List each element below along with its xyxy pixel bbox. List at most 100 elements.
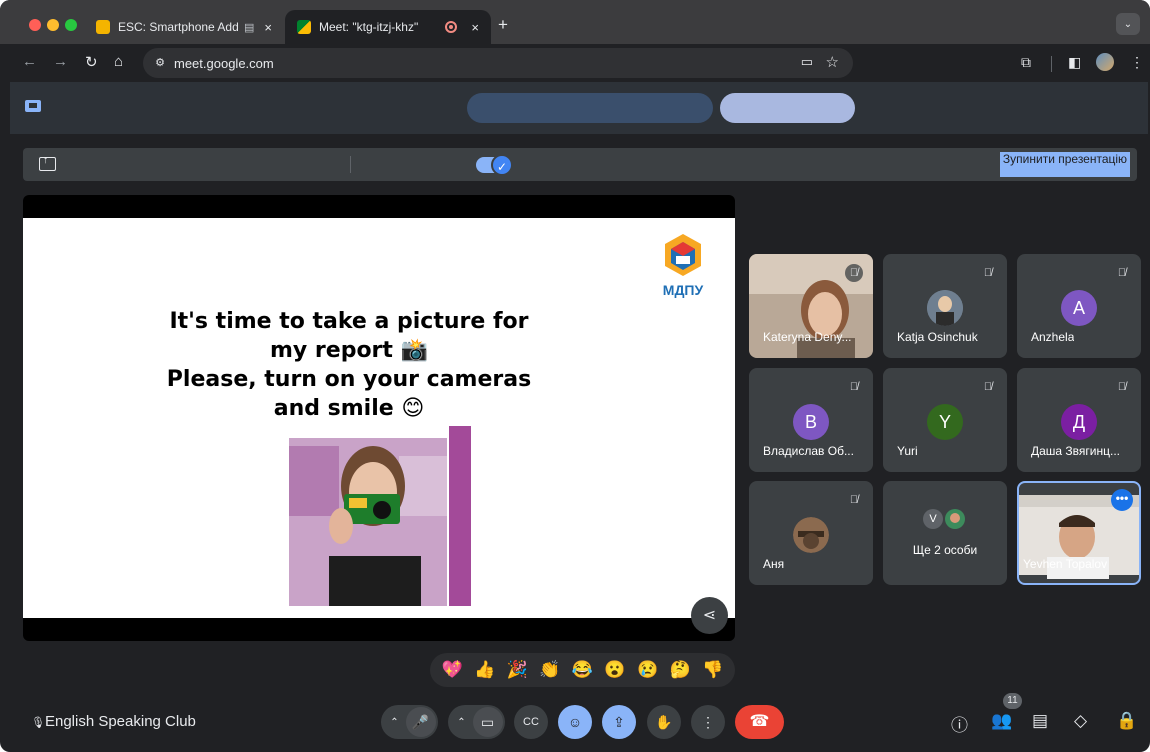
participant-tile[interactable]: 🎙̸ Y Yuri: [883, 368, 1007, 472]
participant-avatar: Y: [927, 404, 963, 440]
camera-icon[interactable]: ▭: [472, 707, 503, 737]
meet-favicon-icon: [297, 20, 311, 34]
reload-icon[interactable]: ↻: [85, 53, 98, 71]
camera-in-use-icon[interactable]: ▭: [801, 54, 813, 70]
new-tab-button[interactable]: +: [498, 15, 508, 35]
present-icon: [39, 155, 56, 171]
university-logo: МДПУ: [643, 232, 723, 312]
mic-off-icon: 🎙̸: [845, 264, 863, 282]
tab-close-button[interactable]: ×: [471, 20, 479, 35]
browser-toolbar: ← → ↻ ⌂ ⚙ meet.google.com ▭ ☆ ⧉ ◧ ⋮: [0, 44, 1150, 82]
mic-control[interactable]: ⌃ 🎤: [381, 705, 438, 739]
tab-search-button[interactable]: ⌄: [1116, 13, 1140, 35]
chat-icon[interactable]: ▤: [1032, 711, 1048, 731]
tab-close-button[interactable]: ×: [264, 20, 272, 35]
others-tile[interactable]: V Ще 2 особи: [883, 481, 1007, 585]
raise-hand-button[interactable]: ✋: [647, 705, 681, 739]
audio-share-toggle[interactable]: ✓: [476, 154, 513, 176]
mic-off-icon: 🎙̸: [1117, 267, 1127, 279]
participant-tile[interactable]: 🎙̸ Аня: [749, 481, 873, 585]
recording-icon: [445, 21, 457, 33]
check-icon: ✓: [491, 154, 513, 176]
window-close-button[interactable]: [29, 19, 41, 31]
share-icon[interactable]: ⋖: [691, 597, 728, 634]
meeting-title: 🎙English Speaking Club: [31, 713, 196, 730]
chevron-up-icon[interactable]: ⌃: [384, 717, 406, 728]
participant-name: Yuri: [897, 444, 918, 458]
bookmark-star-icon[interactable]: ☆: [826, 53, 839, 71]
participant-tile[interactable]: 🎙̸ Kateryna Deny...: [749, 254, 873, 358]
more-options-button[interactable]: ⋮: [691, 705, 725, 739]
reaction-party[interactable]: 🎉: [504, 660, 530, 680]
stop-presenting-button[interactable]: Зупинити презентацію: [1000, 152, 1130, 177]
tab-slides[interactable]: ESC: Smartphone Addicti ▤ ×: [84, 10, 284, 44]
participant-tile[interactable]: 🎙̸ A Anzhela: [1017, 254, 1141, 358]
window-minimize-button[interactable]: [47, 19, 59, 31]
camera-control[interactable]: ⌃ ▭: [448, 705, 505, 739]
mic-icon[interactable]: 🎤: [405, 707, 436, 737]
slide-line: It's time to take a picture for: [169, 309, 529, 334]
tab-meet[interactable]: Meet: "ktg-itzj-khz" ×: [285, 10, 491, 44]
reaction-thinking[interactable]: 🤔: [667, 660, 693, 680]
address-bar[interactable]: ⚙ meet.google.com ▭ ☆: [143, 48, 853, 78]
participant-avatar: [927, 290, 963, 326]
extensions-icon[interactable]: ⧉: [1021, 54, 1031, 71]
slide: It's time to take a picture for my repor…: [23, 218, 735, 618]
screen-share-icon: [25, 100, 41, 112]
forward-icon[interactable]: →: [53, 53, 68, 70]
sharing-action-pill[interactable]: [720, 93, 855, 123]
participant-avatar: B: [793, 404, 829, 440]
reactions-bar: 💖 👍 🎉 👏 😂 😮 😢 🤔 👎: [430, 653, 735, 687]
slide-text: It's time to take a picture for my repor…: [149, 307, 549, 423]
activities-icon[interactable]: ◇: [1074, 711, 1087, 731]
reaction-thumbs-down[interactable]: 👎: [700, 660, 726, 680]
reaction-laugh[interactable]: 😂: [569, 660, 595, 680]
reaction-surprised[interactable]: 😮: [602, 660, 628, 680]
reaction-clap[interactable]: 👏: [537, 660, 563, 680]
participant-name: Anzhela: [1031, 330, 1075, 344]
participant-avatar: [945, 509, 965, 529]
participant-tile[interactable]: 🎙̸ Katja Osinchuk: [883, 254, 1007, 358]
chevron-up-icon[interactable]: ⌃: [451, 717, 473, 728]
captions-icon: CC: [523, 716, 539, 728]
window-maximize-button[interactable]: [65, 19, 77, 31]
browser-menu-icon[interactable]: ⋮: [1130, 54, 1144, 71]
more-options-icon[interactable]: •••: [1111, 489, 1133, 511]
cast-icon: ▤: [244, 21, 255, 34]
site-info-icon[interactable]: ⚙: [151, 54, 169, 72]
meeting-info-icon[interactable]: ⓘ: [951, 711, 968, 736]
participant-avatar: [793, 517, 829, 553]
toolbar-divider: [1051, 56, 1052, 72]
home-icon[interactable]: ⌂: [114, 53, 123, 70]
participant-name: Kateryna Deny...: [763, 330, 852, 344]
participant-name: Владислав Об...: [763, 444, 854, 458]
slide-line: and smile 😊: [273, 396, 425, 421]
present-button[interactable]: ⇪: [602, 705, 636, 739]
profile-avatar[interactable]: [1096, 53, 1114, 71]
participant-tile-pinned[interactable]: ••• Yevhen Topalov: [1017, 481, 1141, 585]
host-controls-icon[interactable]: 🔒: [1116, 711, 1137, 731]
participant-tile[interactable]: 🎙̸ Д Даша Звягинц...: [1017, 368, 1141, 472]
participant-tile[interactable]: 🎙̸ B Владислав Об...: [749, 368, 873, 472]
back-icon[interactable]: ←: [22, 53, 37, 70]
people-count-badge: 11: [1003, 693, 1022, 709]
end-call-button[interactable]: ☎: [735, 705, 784, 739]
browser-window: ESC: Smartphone Addicti ▤ × Meet: "ktg-i…: [0, 0, 1150, 752]
people-icon[interactable]: 👥: [991, 711, 1012, 731]
meeting-name: English Speaking Club: [44, 713, 196, 730]
mic-off-icon: 🎙̸: [849, 381, 859, 393]
reaction-sad[interactable]: 😢: [635, 660, 661, 680]
sharing-banner: [10, 82, 1148, 134]
logo-text: МДПУ: [662, 282, 704, 298]
participant-name: Yevhen Topalov: [1023, 557, 1108, 571]
captions-button[interactable]: CC: [514, 705, 548, 739]
present-icon: ⇪: [613, 713, 625, 730]
hand-icon: ✋: [655, 713, 673, 730]
reaction-thumbs-up[interactable]: 👍: [472, 660, 498, 680]
emoji-button[interactable]: ☺: [558, 705, 592, 739]
more-vert-icon: ⋮: [701, 713, 715, 730]
reaction-heart[interactable]: 💖: [439, 660, 465, 680]
side-panel-icon[interactable]: ◧: [1068, 54, 1081, 71]
mic-off-icon: 🎙̸: [849, 494, 859, 506]
others-count: Ще 2 особи: [912, 543, 978, 557]
